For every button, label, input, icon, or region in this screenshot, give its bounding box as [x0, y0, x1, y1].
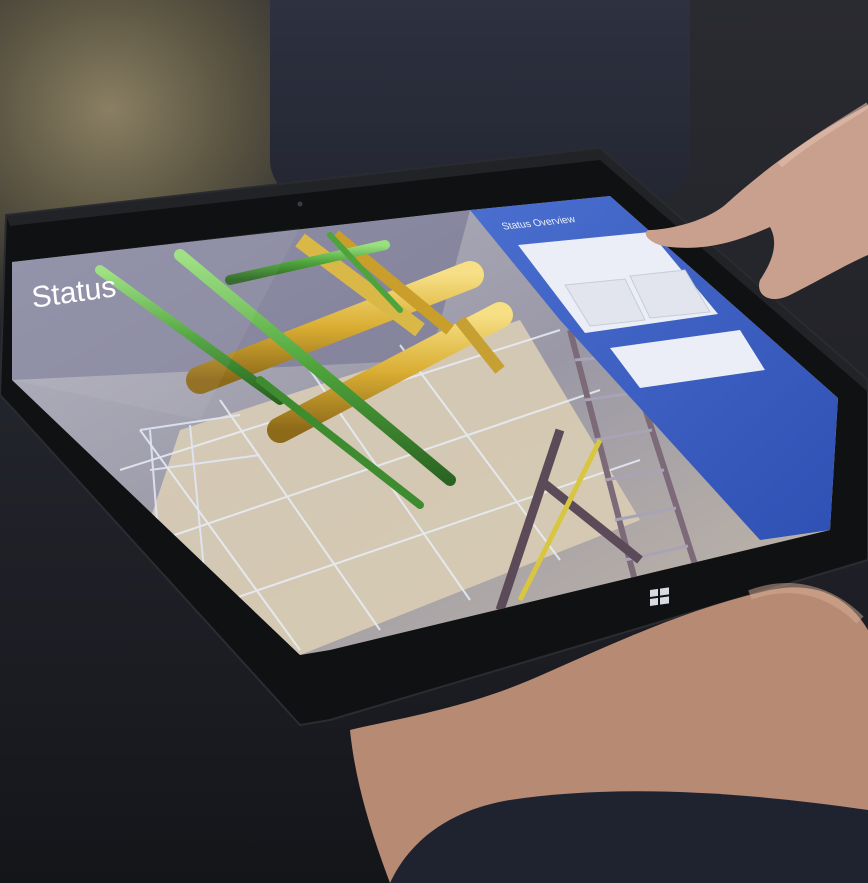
camera-icon [297, 201, 303, 207]
pointing-hand [645, 102, 868, 300]
holding-hand [350, 583, 868, 883]
photo-scene: Status Status Overview [0, 0, 868, 883]
